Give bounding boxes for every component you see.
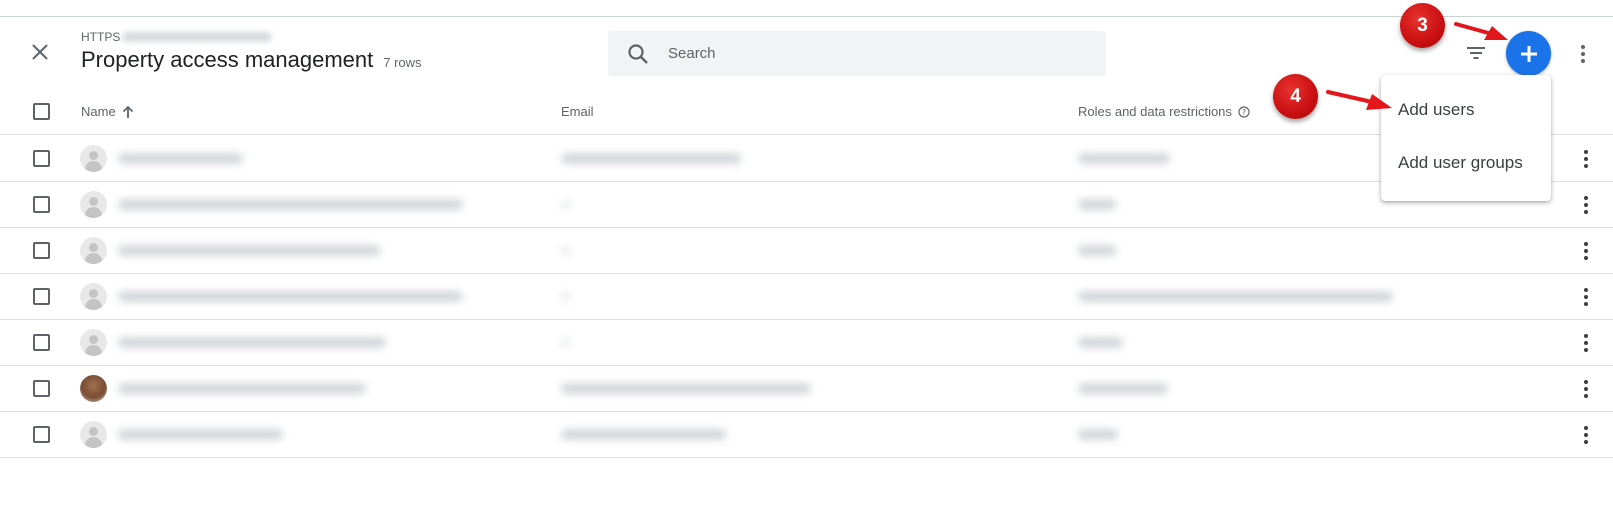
annotation-arrows bbox=[1326, 22, 1508, 110]
arrow-to-add-users bbox=[1326, 90, 1392, 110]
arrow-to-add-button bbox=[1454, 22, 1508, 40]
